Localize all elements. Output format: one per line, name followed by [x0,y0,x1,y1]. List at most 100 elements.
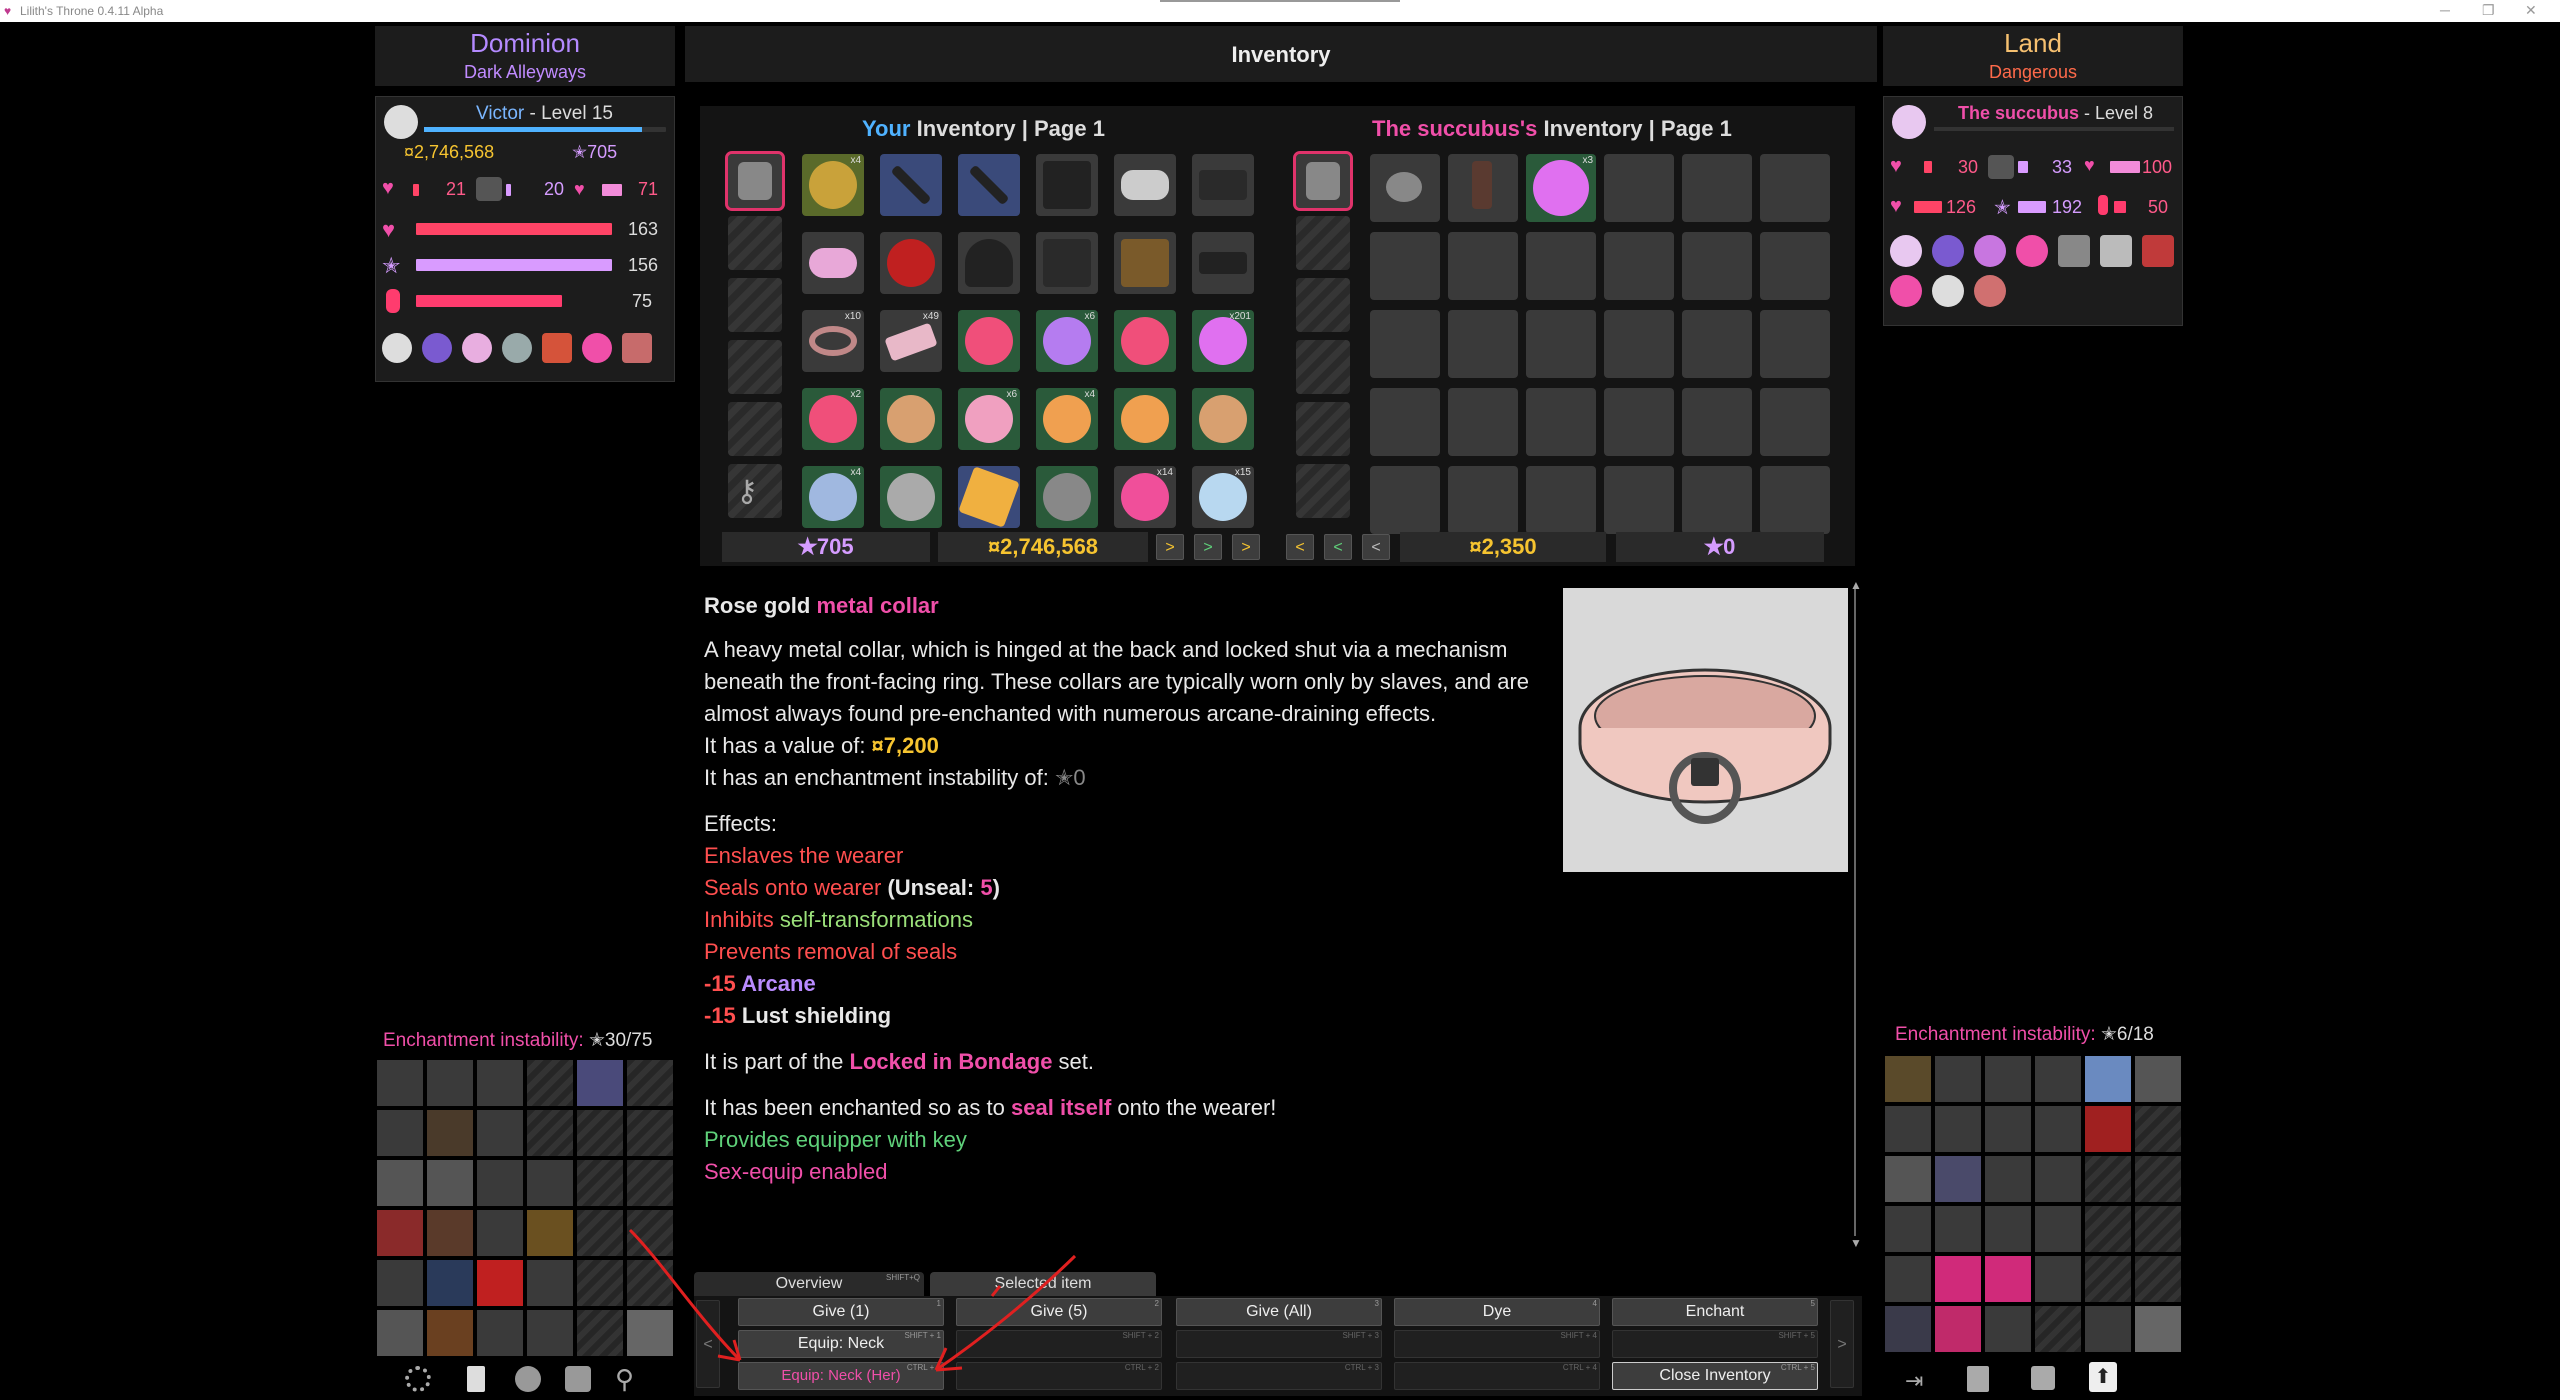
close-window-button[interactable]: ✕ [2525,2,2537,19]
equip-slot-coat[interactable] [427,1110,473,1156]
status-effect-icon[interactable] [382,333,412,363]
inventory-item[interactable] [880,388,942,450]
npc-equip-stockings[interactable] [1885,1306,1931,1352]
npc-star-icon[interactable] [2016,235,2048,267]
player-equipped-slot[interactable]: ⚷ [728,464,782,518]
save-icon[interactable] [2031,1366,2055,1390]
equip-slot[interactable] [477,1060,523,1106]
inventory-item[interactable] [958,466,1020,528]
npc-equip-body[interactable] [2135,1306,2181,1352]
give-all-button[interactable]: Give (All) 3 [1176,1298,1382,1326]
inventory-item[interactable] [1114,154,1176,216]
npc-inventory-item[interactable] [1370,154,1440,222]
npc-inventory-slot[interactable] [1604,388,1674,456]
equip-slot[interactable] [477,1160,523,1206]
inventory-item[interactable] [802,232,864,294]
weather-icon[interactable] [422,333,452,363]
npc-equip-top[interactable] [1935,1156,1981,1202]
upload-icon[interactable]: ⬆ [2089,1362,2117,1392]
description-scrollbar[interactable] [1852,584,1860,1244]
take-arrow-button[interactable]: < [1362,534,1390,560]
player-equipped-slot[interactable] [728,216,782,270]
npc-equip-slot[interactable] [1885,1206,1931,1252]
npc-inventory-slot[interactable] [1604,154,1674,222]
npc-inventory-slot[interactable] [1682,466,1752,534]
inventory-icon[interactable] [565,1366,591,1392]
inventory-item[interactable] [958,310,1020,372]
inventory-item[interactable] [958,154,1020,216]
npc-inventory-slot[interactable] [1448,310,1518,378]
arcane-status-icon[interactable] [502,333,532,363]
inventory-item[interactable]: x6 [958,388,1020,450]
inventory-item[interactable] [880,154,942,216]
inventory-item[interactable] [1192,388,1254,450]
npc-inventory-slot[interactable] [1760,154,1830,222]
npc-equipped-slot[interactable] [1293,151,1353,211]
npc-equip-panties[interactable] [1985,1256,2031,1302]
inventory-item[interactable] [880,232,942,294]
npc-inventory-slot[interactable] [1448,232,1518,300]
npc-inventory-slot[interactable] [1604,310,1674,378]
npc-inventory-slot[interactable] [1370,388,1440,456]
equip-slot-underwear[interactable] [477,1260,523,1306]
equip-slot[interactable] [377,1260,423,1306]
inventory-item[interactable] [958,232,1020,294]
inventory-item[interactable]: x15 [1192,466,1254,528]
character-icon[interactable] [515,1366,541,1392]
player-equipped-slot[interactable] [728,278,782,332]
inventory-item[interactable]: x4 [1036,388,1098,450]
npc-inventory-slot[interactable] [1682,154,1752,222]
npc-inventory-slot[interactable] [1682,310,1752,378]
npc-equipped-slot[interactable] [1296,464,1350,518]
journal-icon[interactable] [1967,1366,1989,1392]
player-equipped-slot[interactable] [725,151,785,211]
dye-button[interactable]: Dye 4 [1394,1298,1600,1326]
npc-equip-wing[interactable] [2135,1056,2181,1102]
npc-equip-slot[interactable] [2035,1256,2081,1302]
equip-slot-pants[interactable] [427,1260,473,1306]
inventory-item[interactable] [880,466,942,528]
inventory-item[interactable] [1192,154,1254,216]
next-actions-button[interactable]: > [1830,1300,1854,1388]
npc-inventory-item[interactable]: x3 [1526,154,1596,222]
enchant-button[interactable]: Enchant 5 [1612,1298,1818,1326]
inventory-item[interactable]: x6 [1036,310,1098,372]
equip-slot[interactable] [427,1060,473,1106]
npc-inventory-slot[interactable] [1526,388,1596,456]
equip-slot[interactable] [377,1110,423,1156]
inventory-item[interactable]: x49 [880,310,942,372]
npc-equipped-slot[interactable] [1296,402,1350,456]
maximize-button[interactable]: ❐ [2482,2,2495,19]
equip-slot-shoes[interactable] [427,1310,473,1356]
perk-status-icon[interactable] [622,333,652,363]
player-equipped-slot[interactable] [728,402,782,456]
npc-inventory-item[interactable] [1448,154,1518,222]
npc-rank-icon[interactable] [2142,235,2174,267]
npc-inventory-slot[interactable] [1604,466,1674,534]
npc-lust-status-icon[interactable] [1890,275,1922,307]
give-arrow-button[interactable]: > [1232,534,1260,560]
npc-equip-slot[interactable] [1985,1156,2031,1202]
npc-equip-slot[interactable] [1985,1056,2031,1102]
inventory-item[interactable]: x4 [802,466,864,528]
npc-equip-earrings[interactable] [2085,1106,2131,1152]
npc-equip-glasses[interactable] [1885,1056,1931,1102]
rank-chevron-icon[interactable] [542,333,572,363]
player-name[interactable]: Victor [476,103,524,124]
exit-icon[interactable]: ⇥ [1905,1368,1923,1394]
equip-slot-shirt[interactable] [427,1160,473,1206]
npc-equip-slot[interactable] [1885,1256,1931,1302]
equip-slot[interactable] [477,1110,523,1156]
npc-equip-heels[interactable] [1935,1306,1981,1352]
inventory-item[interactable]: x2 [802,388,864,450]
npc-inventory-slot[interactable] [1760,466,1830,534]
npc-equip-slot[interactable] [1935,1106,1981,1152]
phone-icon[interactable] [467,1366,485,1392]
inventory-item[interactable]: x10 [802,310,864,372]
npc-tie-icon[interactable] [2100,235,2132,267]
npc-gender-icon[interactable] [1974,235,2006,267]
npc-inventory-slot[interactable] [1370,310,1440,378]
scroll-down-icon[interactable]: ▼ [1850,1236,1862,1250]
equip-slot[interactable] [477,1210,523,1256]
inventory-item[interactable]: x201 [1192,310,1254,372]
